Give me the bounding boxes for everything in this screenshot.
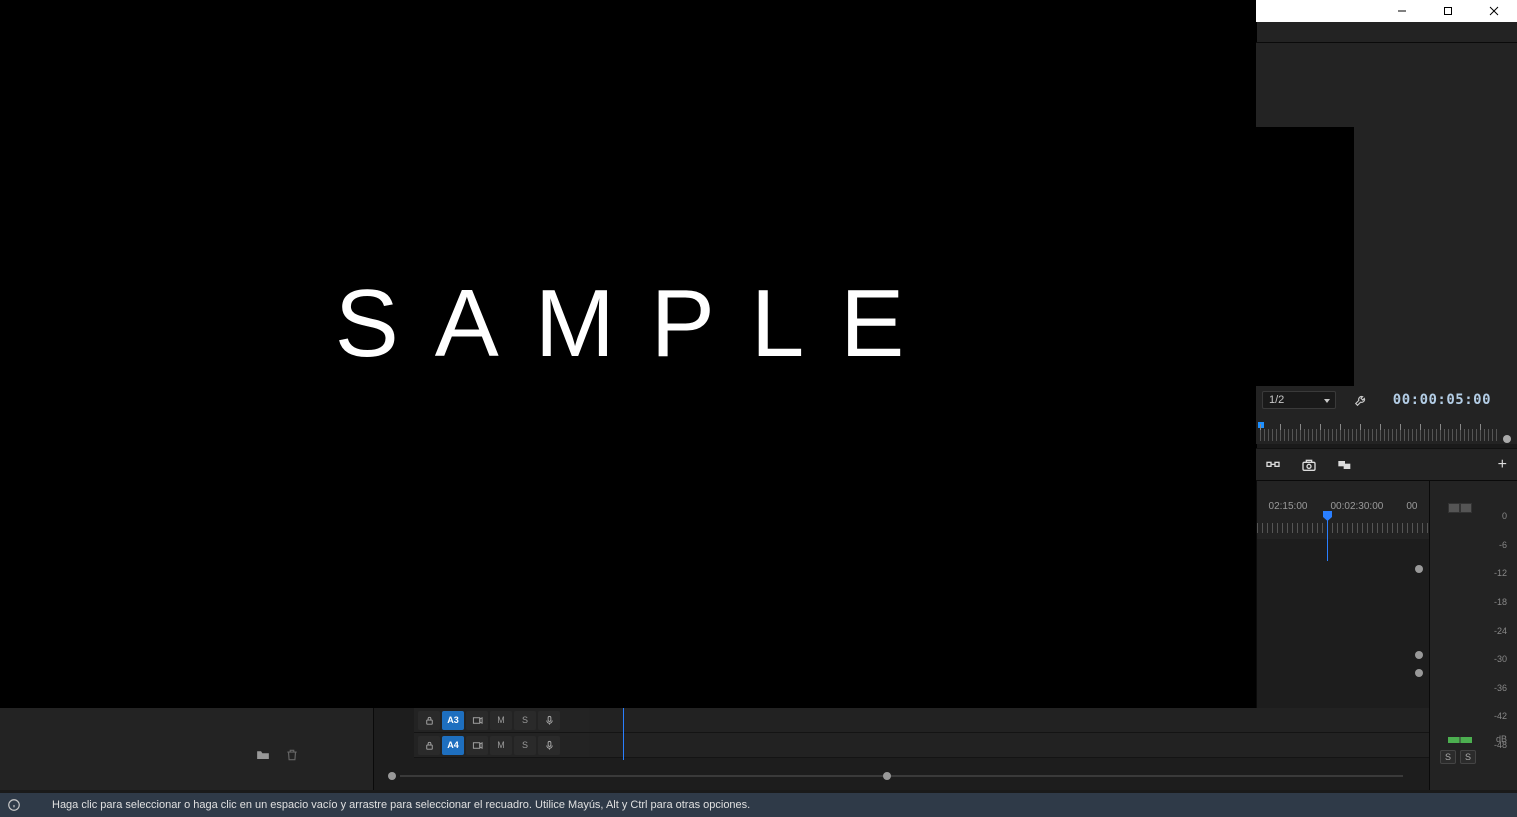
scrollbar-track: [400, 775, 1403, 777]
monitor-markers-icon[interactable]: [1264, 456, 1282, 474]
program-monitor[interactable]: SAMPLE: [0, 0, 1257, 708]
db-label: -12: [1483, 568, 1507, 578]
preview-overlay-text: SAMPLE: [335, 269, 940, 379]
comparison-view-icon[interactable]: [1336, 456, 1354, 474]
audio-track-row: A3 M S: [414, 708, 589, 733]
monitor-controls: 1/2 00:00:05:00: [1256, 386, 1517, 414]
button-editor-plus-icon[interactable]: +: [1498, 456, 1507, 474]
right-panel-top: [1256, 42, 1517, 127]
right-panel-fill: [1354, 127, 1517, 386]
audio-track-row: A4 M S: [414, 733, 589, 758]
track-headers: A3 M S A4 M S: [414, 708, 589, 758]
settings-wrench-icon[interactable]: [1352, 391, 1370, 409]
audio-meter-scale: 0 -6 -12 -18 -24 -30 -36 -42 -48: [1483, 511, 1507, 750]
track-target-tag[interactable]: A3: [442, 711, 464, 730]
timeline-playhead[interactable]: [1327, 511, 1328, 561]
track-lock-toggle[interactable]: [418, 711, 440, 730]
window-titlebar: [1256, 0, 1517, 22]
ruler-ticks: [1260, 429, 1497, 441]
solo-button[interactable]: S: [1440, 750, 1456, 764]
voiceover-mic-icon[interactable]: [538, 711, 560, 730]
track-lock-toggle[interactable]: [418, 736, 440, 755]
solo-toggle[interactable]: S: [514, 711, 536, 730]
window-maximize-button[interactable]: [1425, 0, 1471, 22]
vertical-scroll-knob[interactable]: [1415, 669, 1423, 677]
track-lane[interactable]: [589, 708, 1429, 733]
audio-peak-bars: [1448, 503, 1472, 513]
out-timecode[interactable]: 00:00:05:00: [1393, 392, 1491, 408]
monitor-timeline-ruler[interactable]: [1256, 414, 1517, 444]
audio-solo-buttons: S S: [1440, 750, 1476, 764]
db-label: -42: [1483, 711, 1507, 721]
window-minimize-button[interactable]: [1379, 0, 1425, 22]
timeline-tracks-area: A3 M S A4 M S: [373, 708, 1429, 790]
audio-unit-label: dB: [1496, 734, 1507, 744]
mute-toggle[interactable]: M: [490, 711, 512, 730]
zoom-in-knob[interactable]: [883, 772, 891, 780]
solo-button[interactable]: S: [1460, 750, 1476, 764]
track-lane[interactable]: [589, 733, 1429, 758]
sync-lock-icon[interactable]: [466, 711, 488, 730]
db-label: 0: [1483, 511, 1507, 521]
top-bar-right: [1256, 22, 1517, 42]
export-frame-camera-icon[interactable]: [1300, 456, 1318, 474]
project-panel-footer: [0, 708, 373, 790]
timeline-playhead[interactable]: [623, 708, 624, 760]
vertical-scroll-knob[interactable]: [1415, 651, 1423, 659]
db-label: -30: [1483, 654, 1507, 664]
timeline-ruler[interactable]: 02:15:00 00:02:30:00 00: [1257, 481, 1429, 539]
timeline-horizontal-scrollbar[interactable]: [388, 772, 1415, 780]
right-panel-black: [1254, 127, 1354, 386]
ruler-tick-label: 00:02:30:00: [1330, 501, 1383, 512]
db-label: -36: [1483, 683, 1507, 693]
status-info-icon[interactable]: [6, 797, 22, 813]
ruler-tick-label: 00: [1406, 501, 1417, 512]
ruler-tick-label: 02:15:00: [1269, 501, 1308, 512]
vertical-scroll-knob[interactable]: [1415, 565, 1423, 573]
audio-meter-level: [1448, 737, 1472, 743]
voiceover-mic-icon[interactable]: [538, 736, 560, 755]
trash-icon[interactable]: [285, 748, 303, 762]
track-target-tag[interactable]: A4: [442, 736, 464, 755]
window-close-button[interactable]: [1471, 0, 1517, 22]
audio-meter-panel: 0 -6 -12 -18 -24 -30 -36 -42 -48 dB S S: [1429, 480, 1517, 790]
db-label: -6: [1483, 540, 1507, 550]
ruler-ticks: [1257, 523, 1429, 533]
mute-toggle[interactable]: M: [490, 736, 512, 755]
monitor-transport-bar: +: [1256, 448, 1517, 480]
playback-resolution-dropdown[interactable]: 1/2: [1262, 391, 1336, 409]
db-label: -18: [1483, 597, 1507, 607]
sync-lock-icon[interactable]: [466, 736, 488, 755]
ruler-end-knob[interactable]: [1503, 435, 1511, 443]
folder-icon[interactable]: [255, 748, 273, 762]
solo-toggle[interactable]: S: [514, 736, 536, 755]
db-label: -24: [1483, 626, 1507, 636]
status-hint-text: Haga clic para seleccionar o haga clic e…: [52, 799, 750, 811]
zoom-out-knob[interactable]: [388, 772, 396, 780]
status-bar: Haga clic para seleccionar o haga clic e…: [0, 793, 1517, 817]
